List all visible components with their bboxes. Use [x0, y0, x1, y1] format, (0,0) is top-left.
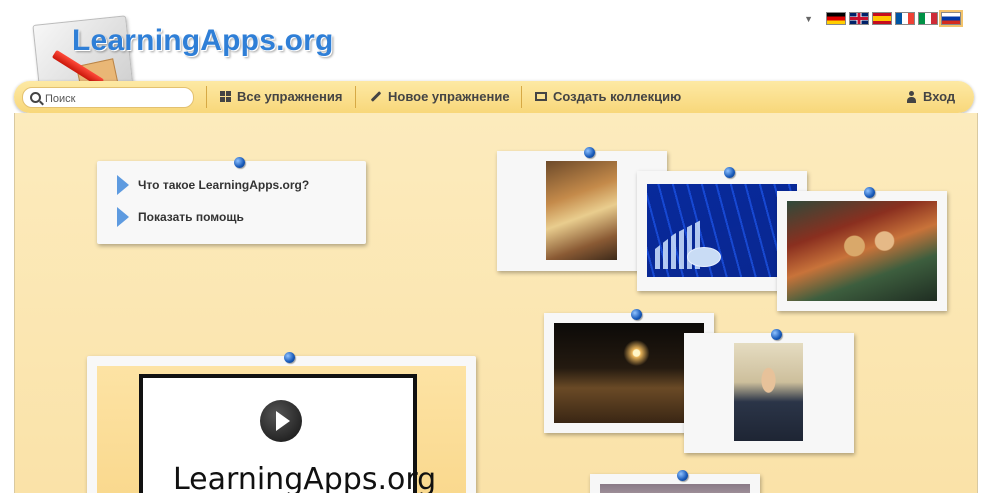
search-icon	[30, 92, 41, 103]
chart-thumbnail	[647, 184, 797, 277]
pin-icon	[631, 309, 642, 320]
app-card-partial[interactable]	[590, 474, 760, 493]
new-exercise-button[interactable]: Новое упражнение	[370, 89, 510, 104]
app-card-portrait[interactable]	[684, 333, 854, 453]
search-box	[22, 87, 194, 108]
search-input[interactable]	[43, 89, 187, 108]
login-label: Вход	[923, 89, 956, 104]
play-arrow-icon	[117, 207, 129, 227]
language-selector: ▼	[804, 10, 963, 27]
intro-video-card[interactable]: LearningApps.org	[87, 356, 476, 493]
play-arrow-icon	[117, 175, 129, 195]
app-card-painting[interactable]	[777, 191, 947, 311]
what-is-link[interactable]: Что такое LearningApps.org?	[117, 175, 309, 195]
partial-thumbnail	[600, 484, 750, 493]
create-collection-label: Создать коллекцию	[553, 89, 682, 104]
video-title: LearningApps.org	[173, 462, 437, 493]
show-help-label: Показать помощь	[138, 210, 244, 224]
flag-es-icon[interactable]	[872, 12, 892, 25]
flag-en-icon[interactable]	[849, 12, 869, 25]
grid-icon	[220, 91, 231, 102]
help-card: Что такое LearningApps.org? Показать пом…	[97, 161, 366, 244]
flag-ru-icon[interactable]	[939, 10, 963, 27]
login-button[interactable]: Вход	[906, 89, 955, 104]
pin-icon	[584, 147, 595, 158]
pin-icon	[724, 167, 735, 178]
video-frame: LearningApps.org	[139, 374, 436, 493]
flag-it-icon[interactable]	[918, 12, 938, 25]
collection-icon	[535, 92, 547, 101]
site-logo[interactable]: LearningApps.org	[28, 14, 348, 99]
pin-icon	[284, 352, 295, 363]
pin-icon	[771, 329, 782, 340]
toolbar-divider	[521, 86, 522, 108]
toolbar-divider	[206, 86, 207, 108]
learningapps-page: LearningApps.org ▼ Все упражнения Новое …	[0, 0, 983, 493]
triangle-down-icon[interactable]: ▼	[804, 14, 813, 24]
main-toolbar: Все упражнения Новое упражнение Создать …	[14, 81, 974, 113]
what-is-label: Что такое LearningApps.org?	[138, 178, 310, 192]
pencil-icon	[370, 91, 382, 102]
dancer-thumbnail	[546, 161, 617, 260]
pin-icon	[864, 187, 875, 198]
flag-de-icon[interactable]	[826, 12, 846, 25]
create-collection-button[interactable]: Создать коллекцию	[535, 89, 681, 104]
video-thumbnail: LearningApps.org	[97, 366, 466, 493]
new-exercise-label: Новое упражнение	[388, 89, 510, 104]
still-life-thumbnail	[554, 323, 704, 423]
portrait-thumbnail	[734, 343, 803, 441]
pin-icon	[234, 157, 245, 168]
video-play-icon[interactable]	[260, 400, 302, 442]
user-icon	[906, 90, 917, 103]
pinboard: Что такое LearningApps.org? Показать пом…	[14, 113, 978, 493]
all-exercises-button[interactable]: Все упражнения	[220, 89, 342, 104]
show-help-link[interactable]: Показать помощь	[117, 207, 244, 227]
toolbar-divider	[355, 86, 356, 108]
painting-thumbnail	[787, 201, 937, 301]
pin-icon	[677, 470, 688, 481]
all-exercises-label: Все упражнения	[237, 89, 343, 104]
logo-text: LearningApps.org	[72, 24, 334, 57]
pie-graphic	[687, 247, 721, 267]
flag-fr-icon[interactable]	[895, 12, 915, 25]
